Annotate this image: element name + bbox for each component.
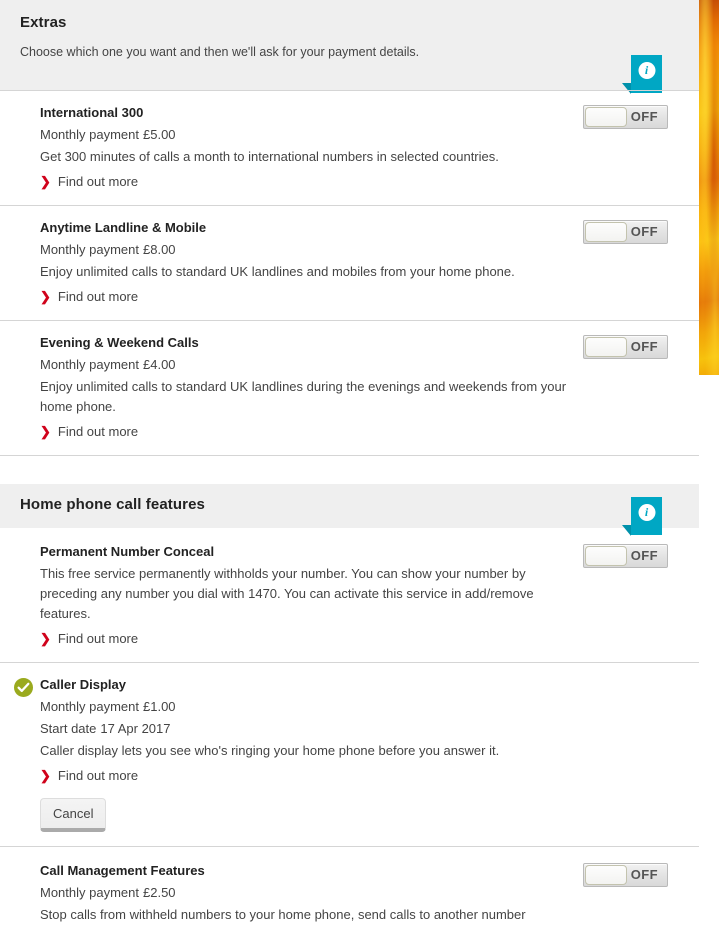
list-item: Call Management Features Monthly payment… [0,846,699,943]
info-icon-glyph: i [638,504,655,521]
toggle-state-label: OFF [630,339,658,354]
item-payment-label: Monthly payment [40,885,139,900]
cancel-button[interactable]: Cancel [40,798,107,832]
find-out-more-link[interactable]: ❯ Find out more [40,174,138,190]
toggle-switch[interactable]: OFF [583,544,668,568]
item-title: Anytime Landline & Mobile [40,220,207,235]
chevron-right-icon: ❯ [40,289,51,304]
list-item: International 300 Monthly payment £5.00 G… [0,90,699,205]
info-icon[interactable]: i [622,55,662,94]
find-out-more-link[interactable]: ❯ Find out more [40,631,138,647]
item-description: Caller display lets you see who's ringin… [40,743,500,758]
item-details: International 300 Monthly payment £5.00 G… [40,105,585,191]
chevron-right-icon: ❯ [40,174,51,189]
item-payment: Monthly payment £8.00 [40,240,585,259]
item-payment-label: Monthly payment [40,242,139,257]
chevron-right-icon: ❯ [40,631,51,646]
item-start-date-label: Start date [40,721,97,736]
list-item: Anytime Landline & Mobile Monthly paymen… [0,205,699,320]
item-description: Stop calls from withheld numbers to your… [40,907,526,922]
item-title: Permanent Number Conceal [40,544,215,559]
toggle-switch[interactable]: OFF [583,220,668,244]
item-payment-label: Monthly payment [40,127,139,142]
toggle-switch[interactable]: OFF [583,863,668,887]
flame-image-strip [699,0,719,375]
info-icon-glyph: i [638,62,655,79]
item-title: International 300 [40,105,144,120]
find-out-more-label: Find out more [57,174,139,189]
chevron-right-icon: ❯ [40,424,51,439]
item-title: Evening & Weekend Calls [40,335,199,350]
section-subtitle: Choose which one you want and then we'll… [20,45,420,59]
item-description: Enjoy unlimited calls to standard UK lan… [40,379,567,414]
toggle-knob [585,337,627,357]
toggle-state-label: OFF [630,109,658,124]
page-content: Extras Choose which one you want and the… [0,0,699,945]
item-start-date-value: 17 Apr 2017 [100,721,171,736]
section-header-home-phone-call-features: Home phone call features i [0,484,699,536]
find-out-more-label: Find out more [57,768,139,783]
item-payment-value: £2.50 [143,885,176,900]
toggle-knob [585,546,627,566]
toggle-knob [585,865,627,885]
item-details: Anytime Landline & Mobile Monthly paymen… [40,220,585,306]
item-details: Call Management Features Monthly payment… [40,863,585,925]
find-out-more-label: Find out more [57,289,139,304]
find-out-more-link[interactable]: ❯ Find out more [40,424,138,440]
item-payment-label: Monthly payment [40,357,139,372]
item-description: Get 300 minutes of calls a month to inte… [40,149,499,164]
item-title: Caller Display [40,677,126,692]
item-payment-value: £1.00 [143,699,176,714]
section-divider [0,455,699,484]
list-item: Permanent Number Conceal This free servi… [0,528,699,662]
item-payment-value: £8.00 [143,242,176,257]
item-description: This free service permanently withholds … [40,566,534,621]
list-item: Evening & Weekend Calls Monthly payment £… [0,320,699,455]
item-payment-value: £5.00 [143,127,176,142]
item-payment: Monthly payment £2.50 [40,883,585,902]
toggle-knob [585,107,627,127]
section-header-extras: Extras Choose which one you want and the… [0,0,699,94]
list-item: Caller Display Monthly payment £1.00 Star… [0,662,699,846]
chevron-right-icon: ❯ [40,768,51,783]
toggle-state-label: OFF [630,224,658,239]
toggle-state-label: OFF [630,867,658,882]
item-description: Enjoy unlimited calls to standard UK lan… [40,264,515,279]
item-payment: Monthly payment £5.00 [40,125,585,144]
item-payment: Monthly payment £4.00 [40,355,585,374]
toggle-switch[interactable]: OFF [583,335,668,359]
page-title: Extras [20,14,67,31]
item-payment: Monthly payment £1.00 [40,697,585,716]
find-out-more-label: Find out more [57,424,139,439]
item-start-date: Start date 17 Apr 2017 [40,719,585,738]
item-payment-label: Monthly payment [40,699,139,714]
item-details: Permanent Number Conceal This free servi… [40,544,585,648]
section-title: Home phone call features [20,496,205,513]
item-payment-value: £4.00 [143,357,176,372]
find-out-more-label: Find out more [57,631,139,646]
item-details: Caller Display Monthly payment £1.00 Star… [40,677,585,832]
toggle-state-label: OFF [630,548,658,563]
find-out-more-link[interactable]: ❯ Find out more [40,289,138,305]
item-title: Call Management Features [40,863,205,878]
toggle-switch[interactable]: OFF [583,105,668,129]
find-out-more-link[interactable]: ❯ Find out more [40,768,138,784]
check-circle-icon [14,678,33,697]
item-details: Evening & Weekend Calls Monthly payment £… [40,335,585,441]
toggle-knob [585,222,627,242]
